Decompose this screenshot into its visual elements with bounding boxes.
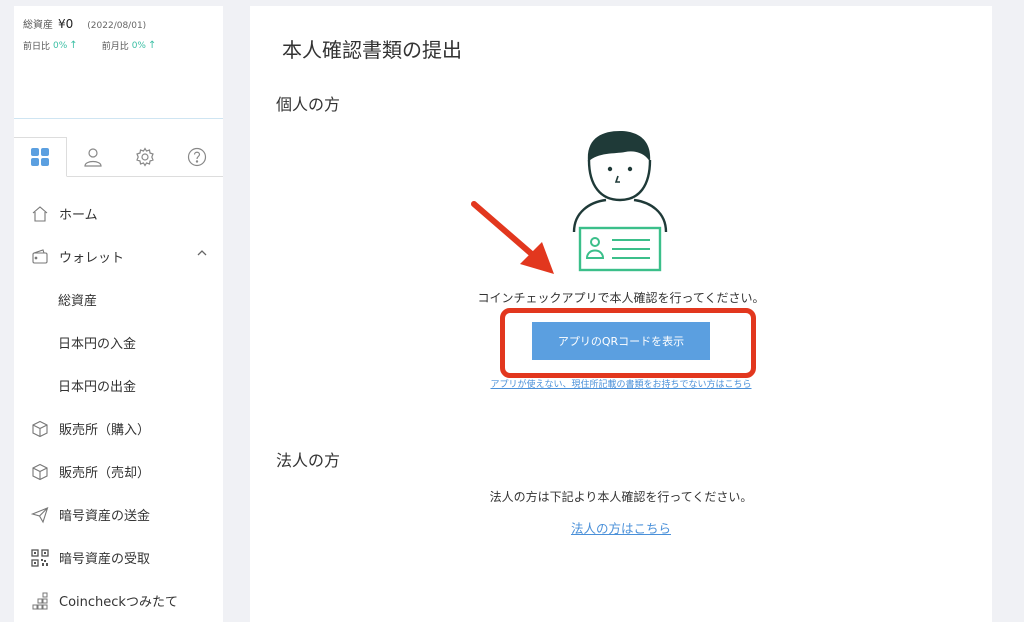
monthly-change-label: 前月比 — [101, 42, 129, 52]
tab-help[interactable] — [171, 137, 223, 176]
show-qr-code-button[interactable]: アプリのQRコードを表示 — [532, 322, 710, 360]
qr-code-icon — [30, 548, 50, 568]
id-verification-illustration — [572, 131, 668, 272]
help-icon — [187, 147, 207, 166]
tab-settings[interactable] — [119, 137, 171, 176]
sidebar-item-label: 総資産 — [58, 294, 98, 309]
page-title: 本人確認書類の提出 — [282, 38, 462, 62]
sidebar-item-label: Coincheckつみたて — [59, 595, 178, 610]
red-arrow-annotation — [471, 201, 554, 274]
grid-icon — [31, 148, 49, 166]
sidebar-item-crypto-receive[interactable]: 暗号資産の受取 — [14, 536, 223, 579]
sidebar-tabs — [14, 137, 223, 177]
sidebar-item-jpy-deposit[interactable]: 日本円の入金 — [14, 321, 223, 364]
tab-menu[interactable] — [14, 137, 67, 177]
sidebar-item-home[interactable]: ホーム — [14, 192, 223, 235]
sidebar-item-sell[interactable]: 販売所（売却） — [14, 450, 223, 493]
alternative-verification-link[interactable]: アプリが使えない、現住所記載の書類をお持ちでない方はこちら — [250, 377, 992, 390]
wallet-icon — [30, 247, 50, 267]
box-icon — [30, 462, 50, 482]
sidebar-item-label: 暗号資産の送金 — [59, 509, 151, 524]
home-icon — [30, 204, 50, 224]
total-assets-label: 総資産 — [23, 20, 53, 31]
arrow-up-icon: ↑ — [147, 40, 157, 51]
corporate-verification-link[interactable]: 法人の方はこちら — [250, 518, 992, 537]
sidebar-item-total-assets[interactable]: 総資産 — [14, 278, 223, 321]
sidebar-item-label: 日本円の出金 — [58, 380, 137, 395]
main-panel: 本人確認書類の提出 個人の方 コインチェックアプリで本人確認を行ってください。 … — [250, 6, 992, 622]
asset-summary: 総資産 ¥0 (2022/08/01) 前日比 0% ↑ 前月比 0% ↑ — [14, 6, 223, 119]
sidebar-item-label: ホーム — [59, 208, 98, 223]
arrow-up-icon: ↑ — [69, 40, 78, 51]
corporate-instruction: 法人の方は下記より本人確認を行ってください。 — [489, 490, 753, 504]
sidebar-item-label: 販売所（売却） — [59, 466, 151, 481]
corporate-heading: 法人の方 — [276, 451, 341, 470]
daily-change-value: 0% — [53, 40, 68, 51]
sidebar-item-wallet[interactable]: ウォレット — [14, 235, 223, 278]
sidebar-item-label: 販売所（購入） — [59, 423, 151, 438]
sidebar-item-jpy-withdraw[interactable]: 日本円の出金 — [14, 364, 223, 407]
gear-icon — [136, 146, 154, 167]
sidebar-item-tsumitate[interactable]: Coincheckつみたて — [14, 579, 223, 622]
assets-date: (2022/08/01) — [87, 21, 147, 31]
blocks-icon — [30, 591, 50, 611]
chevron-up-icon — [197, 250, 207, 256]
sidebar-item-label: ウォレット — [59, 251, 125, 266]
sidebar-item-label: 日本円の入金 — [58, 337, 137, 352]
monthly-change-value: 0% — [131, 40, 146, 51]
paper-plane-icon — [30, 505, 50, 525]
tab-account[interactable] — [67, 137, 119, 176]
sidebar-nav: ホーム ウォレット 総資産 日本円の入金 日本円の出金 販売所（購入） 販売所（… — [14, 192, 223, 622]
individual-heading: 個人の方 — [276, 95, 341, 114]
sidebar: 総資産 ¥0 (2022/08/01) 前日比 0% ↑ 前月比 0% ↑ ホー… — [14, 6, 223, 622]
daily-change-label: 前日比 — [23, 42, 51, 52]
sidebar-item-buy[interactable]: 販売所（購入） — [14, 407, 223, 450]
total-assets-amount: ¥0 — [58, 17, 74, 31]
sidebar-item-crypto-send[interactable]: 暗号資産の送金 — [14, 493, 223, 536]
box-icon — [30, 419, 50, 439]
sidebar-item-label: 暗号資産の受取 — [59, 552, 151, 567]
user-icon — [84, 147, 102, 167]
individual-instruction: コインチェックアプリで本人確認を行ってください。 — [477, 291, 765, 305]
